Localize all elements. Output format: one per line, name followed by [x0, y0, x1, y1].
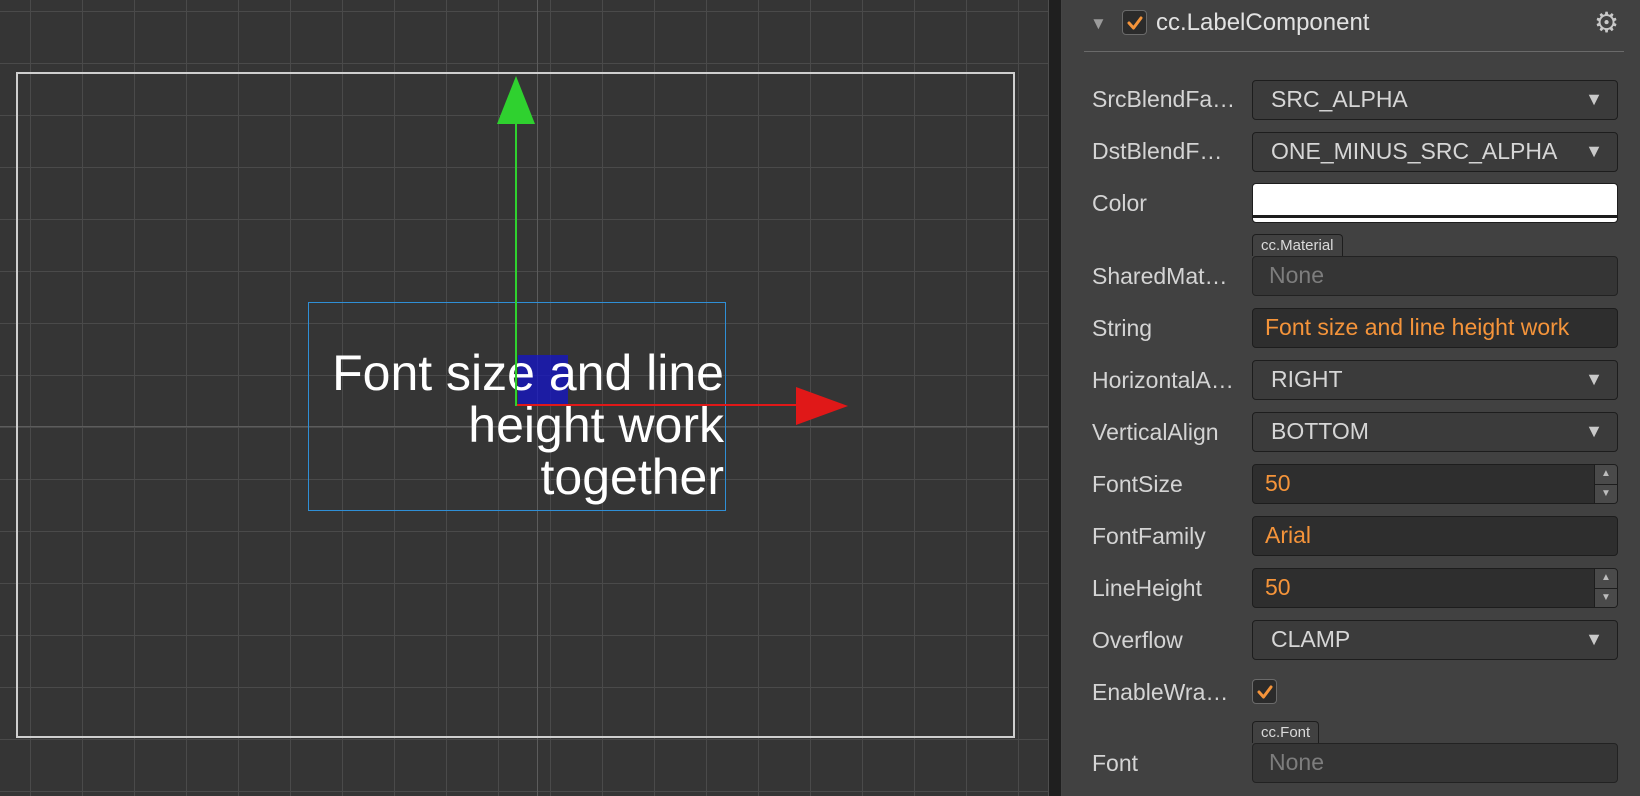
vertical-align-label: VerticalAlign — [1092, 419, 1219, 445]
checkmark-icon — [1127, 16, 1143, 30]
string-input[interactable]: Font size and line height work — [1252, 308, 1618, 348]
component-header[interactable]: ▼ cc.LabelComponent ⚙ — [1084, 0, 1624, 52]
horizontal-align-value: RIGHT — [1271, 366, 1343, 392]
dst-blend-label: DstBlendF… — [1092, 138, 1223, 164]
font-label: Font — [1092, 750, 1139, 776]
string-label: String — [1092, 315, 1153, 341]
font-size-input[interactable]: 50 ▲ ▼ — [1252, 464, 1618, 504]
font-size-value: 50 — [1265, 470, 1291, 496]
overflow-label: Overflow — [1092, 627, 1183, 653]
horizontal-align-select[interactable]: RIGHT ▼ — [1252, 360, 1618, 400]
panel-splitter[interactable] — [1048, 0, 1062, 796]
component-enabled-checkbox[interactable] — [1122, 10, 1147, 35]
chevron-down-icon: ▼ — [1585, 421, 1603, 441]
line-height-value: 50 — [1265, 574, 1291, 600]
enable-wrap-checkbox[interactable] — [1252, 679, 1277, 704]
font-family-input[interactable]: Arial — [1252, 516, 1618, 556]
stepper-down-icon[interactable]: ▼ — [1595, 588, 1617, 607]
stepper-down-icon[interactable]: ▼ — [1595, 484, 1617, 503]
chevron-down-icon: ▼ — [1585, 629, 1603, 649]
checkmark-icon — [1257, 685, 1273, 699]
overflow-select[interactable]: CLAMP ▼ — [1252, 620, 1618, 660]
horizontal-align-label: HorizontalA… — [1092, 367, 1234, 393]
color-picker-field[interactable] — [1252, 183, 1618, 223]
color-alpha-bar — [1253, 215, 1617, 218]
font-asset-field[interactable]: None — [1252, 743, 1618, 783]
dst-blend-value: ONE_MINUS_SRC_ALPHA — [1271, 138, 1558, 164]
stepper-up-icon[interactable]: ▲ — [1595, 569, 1617, 588]
move-gizmo-x-axis[interactable] — [517, 404, 800, 406]
chevron-down-icon: ▼ — [1585, 89, 1603, 109]
chevron-down-icon: ▼ — [1585, 369, 1603, 389]
font-family-label: FontFamily — [1092, 523, 1206, 549]
gear-icon[interactable]: ⚙ — [1594, 9, 1619, 37]
font-size-stepper[interactable]: ▲ ▼ — [1594, 465, 1617, 503]
component-title: cc.LabelComponent — [1156, 9, 1370, 36]
src-blend-value: SRC_ALPHA — [1271, 86, 1408, 112]
overflow-value: CLAMP — [1271, 626, 1351, 652]
shared-materials-label: SharedMat… — [1092, 263, 1228, 289]
move-gizmo-y-axis[interactable] — [515, 110, 517, 406]
line-height-label: LineHeight — [1092, 575, 1202, 601]
line-height-input[interactable]: 50 ▲ ▼ — [1252, 568, 1618, 608]
shared-materials-type-tag: cc.Material — [1252, 234, 1343, 256]
src-blend-select[interactable]: SRC_ALPHA ▼ — [1252, 80, 1618, 120]
font-type-tag: cc.Font — [1252, 721, 1320, 743]
stepper-up-icon[interactable]: ▲ — [1595, 465, 1617, 484]
enable-wrap-label: EnableWra… — [1092, 679, 1229, 705]
scene-viewport[interactable]: Font size and line height work together — [0, 0, 1048, 796]
vertical-align-value: BOTTOM — [1271, 418, 1369, 444]
move-gizmo-y-arrow-icon[interactable] — [496, 76, 536, 126]
font-size-label: FontSize — [1092, 471, 1183, 497]
color-label: Color — [1092, 190, 1147, 216]
dst-blend-select[interactable]: ONE_MINUS_SRC_ALPHA ▼ — [1252, 132, 1618, 172]
move-gizmo-x-arrow-icon[interactable] — [796, 386, 848, 426]
src-blend-label: SrcBlendFa… — [1092, 86, 1236, 112]
shared-materials-field[interactable]: None — [1252, 256, 1618, 296]
triangle-down-icon[interactable]: ▼ — [1090, 14, 1107, 34]
vertical-align-select[interactable]: BOTTOM ▼ — [1252, 412, 1618, 452]
chevron-down-icon: ▼ — [1585, 141, 1603, 161]
line-height-stepper[interactable]: ▲ ▼ — [1594, 569, 1617, 607]
